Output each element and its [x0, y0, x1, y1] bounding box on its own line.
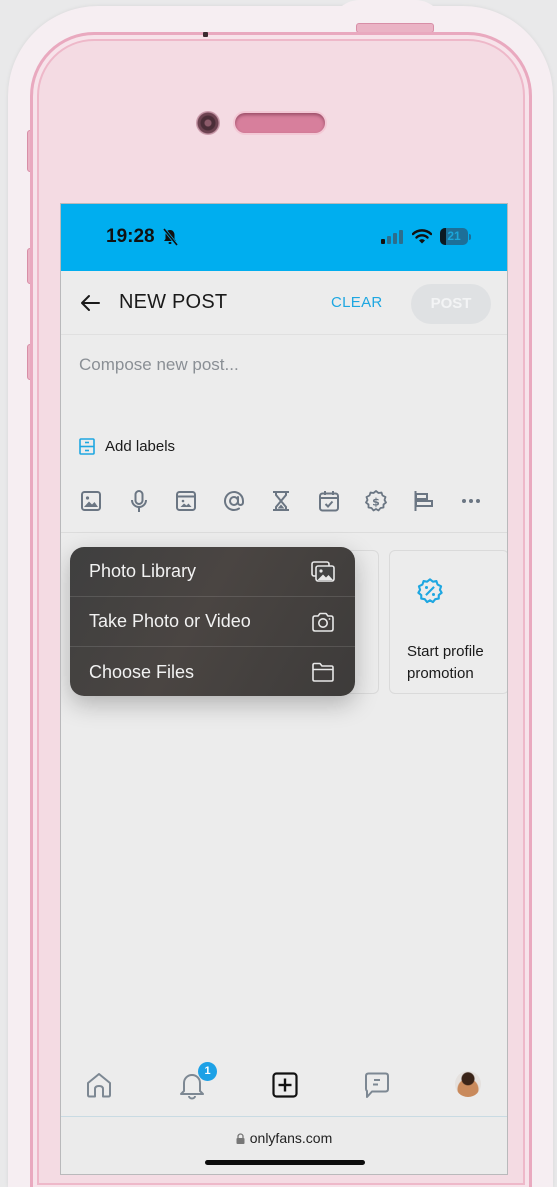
battery-icon: 21	[440, 228, 468, 245]
menu-item-choose-files[interactable]: Choose Files	[70, 647, 355, 696]
media-vault-icon	[176, 491, 196, 511]
notification-badge: 1	[198, 1062, 217, 1081]
url-display[interactable]: onlyfans.com	[61, 1130, 507, 1146]
status-bar: 19:28 21	[61, 204, 507, 271]
promotion-card-label: Start profile promotion	[407, 643, 484, 682]
wifi-icon	[412, 229, 432, 244]
promotion-badge-icon	[417, 578, 443, 604]
menu-item-label: Choose Files	[89, 661, 195, 682]
clear-button[interactable]: CLEAR	[331, 294, 383, 311]
status-time: 19:28	[106, 226, 155, 247]
add-media-button[interactable]	[71, 484, 111, 518]
nav-new-post[interactable]	[268, 1068, 302, 1102]
svg-text:$: $	[372, 496, 380, 509]
microphone-hole	[203, 32, 208, 37]
toolbar-divider	[61, 532, 507, 533]
start-profile-promotion-card[interactable]: Start profile promotion	[389, 550, 507, 694]
page-title: NEW POST	[119, 291, 228, 313]
poll-button[interactable]	[404, 484, 444, 518]
browser-url-bar: onlyfans.com	[61, 1116, 507, 1174]
bell-slash-icon	[162, 228, 178, 246]
hourglass-icon	[273, 491, 289, 511]
back-arrow-icon[interactable]	[79, 292, 101, 314]
compose-input[interactable]: Compose new post...	[79, 355, 239, 375]
phone-screen: 19:28 21 NEW POST CLEAR POST Compose new…	[60, 203, 508, 1175]
profile-avatar[interactable]	[455, 1071, 481, 1097]
calendar-check-icon	[318, 491, 339, 512]
nav-messages[interactable]	[360, 1068, 394, 1102]
more-icon	[462, 499, 480, 503]
menu-item-take-photo-or-video[interactable]: Take Photo or Video	[70, 597, 355, 647]
nav-home[interactable]	[82, 1068, 116, 1102]
expiration-button[interactable]	[261, 484, 301, 518]
add-labels-button[interactable]: Add labels	[79, 435, 175, 457]
mention-icon	[223, 491, 244, 511]
media-source-menu: Photo Library Take Photo or Video Choose…	[70, 547, 355, 696]
lock-icon	[236, 1133, 245, 1144]
battery-tip	[469, 234, 471, 240]
price-button[interactable]: $	[356, 484, 396, 518]
mention-button[interactable]	[214, 484, 254, 518]
plus-square-icon	[272, 1072, 298, 1098]
labels-icon	[79, 437, 95, 455]
schedule-button[interactable]	[309, 484, 349, 518]
cellular-signal-icon	[381, 230, 403, 244]
earpiece-speaker	[235, 113, 325, 133]
more-options-button[interactable]	[451, 484, 491, 518]
front-camera	[196, 111, 220, 135]
new-post-header: NEW POST CLEAR POST	[61, 271, 507, 335]
home-indicator[interactable]	[205, 1160, 365, 1165]
menu-item-label: Photo Library	[89, 561, 197, 581]
camera-icon	[312, 612, 334, 632]
poll-bars-icon	[414, 491, 433, 511]
menu-item-photo-library[interactable]: Photo Library	[70, 547, 355, 597]
price-tag-dollar-icon: $	[365, 490, 387, 512]
folder-icon	[312, 662, 334, 682]
voice-button[interactable]	[119, 484, 159, 518]
add-labels-label: Add labels	[105, 437, 176, 455]
menu-item-label: Take Photo or Video	[89, 611, 251, 631]
url-text: onlyfans.com	[249, 1130, 333, 1146]
image-icon	[81, 491, 101, 511]
photo-library-icon	[311, 560, 335, 582]
post-button[interactable]: POST	[411, 284, 491, 324]
bottom-navigation: 1	[61, 1060, 507, 1116]
chat-bubble-icon	[365, 1072, 389, 1098]
home-icon	[87, 1073, 111, 1098]
post-toolbar: $	[71, 484, 491, 518]
battery-level: 21	[447, 229, 461, 243]
microphone-icon	[130, 490, 147, 512]
vault-button[interactable]	[166, 484, 206, 518]
